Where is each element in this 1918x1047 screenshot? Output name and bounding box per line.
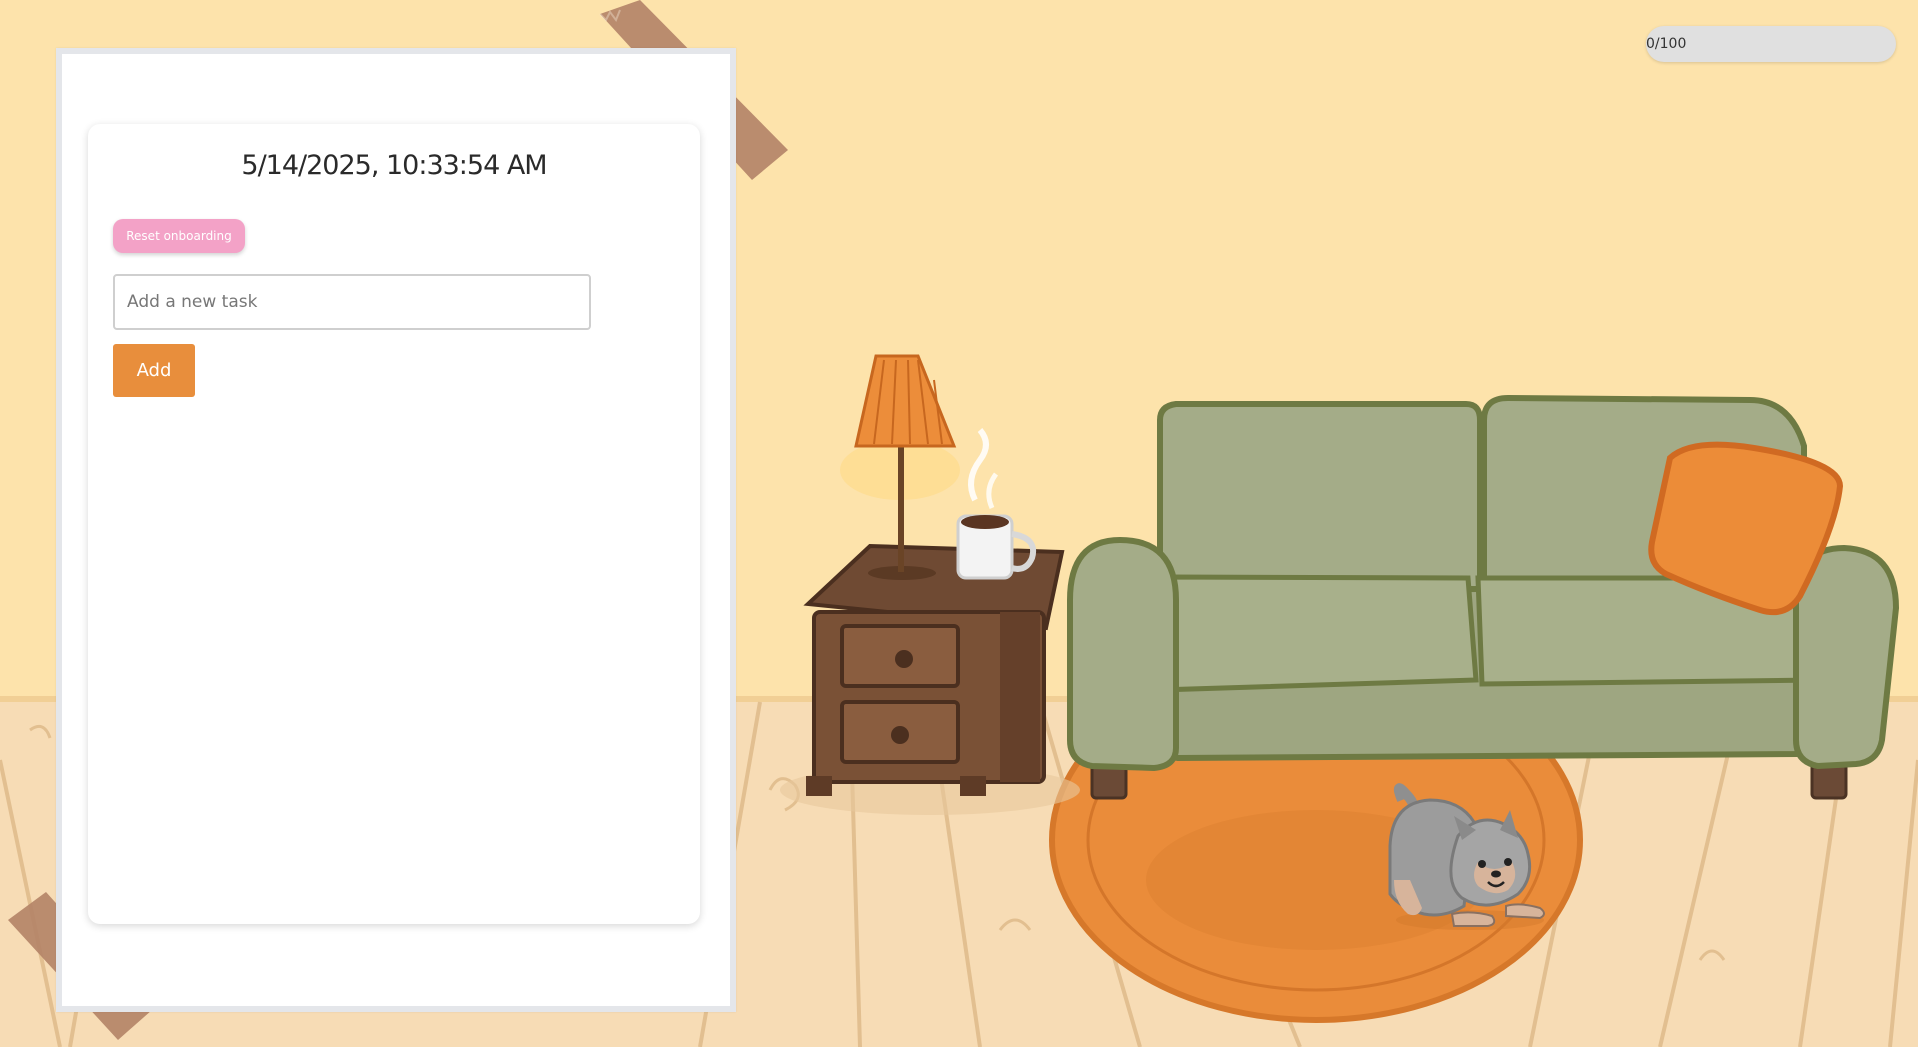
current-datetime: 5/14/2025, 10:33:54 AM (241, 150, 547, 181)
side-table (780, 543, 1080, 815)
new-task-input[interactable] (113, 274, 591, 330)
reset-onboarding-button[interactable]: Reset onboarding (113, 219, 245, 253)
cozy-room-scene: 5/14/2025, 10:33:54 AM Reset onboarding … (0, 0, 1918, 1047)
task-card: 5/14/2025, 10:33:54 AM Reset onboarding … (88, 124, 700, 924)
add-task-button[interactable]: Add (113, 344, 195, 397)
green-sofa (1067, 394, 1900, 800)
progress-counter: 0/100 (1646, 26, 1896, 62)
progress-text: 0/100 (1646, 36, 1687, 52)
